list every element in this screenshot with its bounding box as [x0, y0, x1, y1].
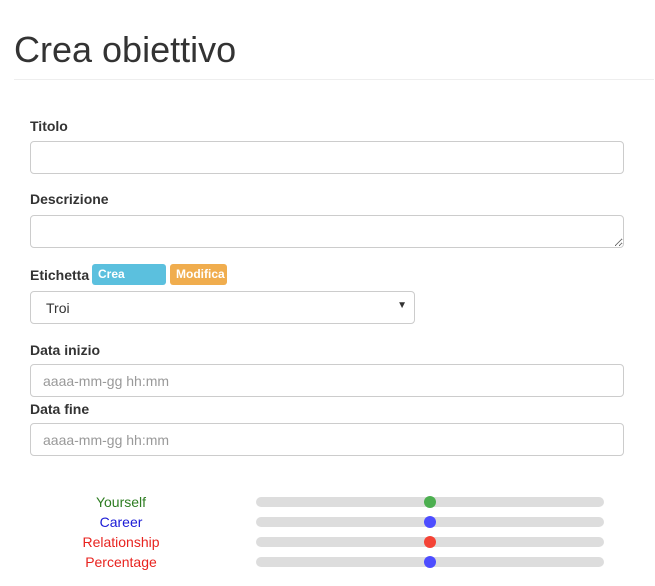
tag-select-value: Troi	[46, 300, 70, 316]
slider-track[interactable]	[256, 536, 604, 548]
description-label: Descrizione	[30, 191, 109, 207]
slider-track[interactable]	[256, 516, 604, 528]
end-date-label: Data fine	[30, 401, 90, 417]
edit-tag-button[interactable]: Modifica	[170, 264, 227, 285]
slider-track[interactable]	[256, 556, 604, 568]
slider-row-career: Career	[0, 512, 655, 532]
page-header: Crea obiettivo	[14, 0, 654, 80]
end-date-input[interactable]	[30, 423, 624, 456]
slider-label: Relationship	[82, 534, 160, 550]
start-date-input[interactable]	[30, 364, 624, 397]
description-textarea[interactable]	[30, 215, 624, 248]
title-label: Titolo	[30, 118, 68, 134]
page: Crea obiettivo Titolo Descrizione Etiche…	[0, 0, 655, 586]
slider-row-yourself: Yourself	[0, 492, 655, 512]
title-input[interactable]	[30, 141, 624, 174]
slider-thumb[interactable]	[424, 516, 436, 528]
caret-down-icon: ▼	[397, 300, 407, 311]
slider-track[interactable]	[256, 496, 604, 508]
slider-thumb[interactable]	[424, 556, 436, 568]
slider-thumb[interactable]	[424, 536, 436, 548]
slider-label: Career	[99, 514, 143, 530]
page-title: Crea obiettivo	[14, 29, 237, 70]
slider-label: Percentage	[85, 554, 157, 570]
slider-row-relationship: Relationship	[0, 532, 655, 552]
tag-select[interactable]: Troi ▼	[30, 291, 415, 324]
slider-thumb[interactable]	[424, 496, 436, 508]
start-date-label: Data inizio	[30, 342, 101, 358]
slider-row-percentage: Percentage	[0, 552, 655, 572]
slider-label: Yourself	[95, 494, 147, 510]
create-tag-button[interactable]: Crea nuova	[92, 264, 166, 302]
tag-label: Etichetta	[30, 267, 90, 283]
